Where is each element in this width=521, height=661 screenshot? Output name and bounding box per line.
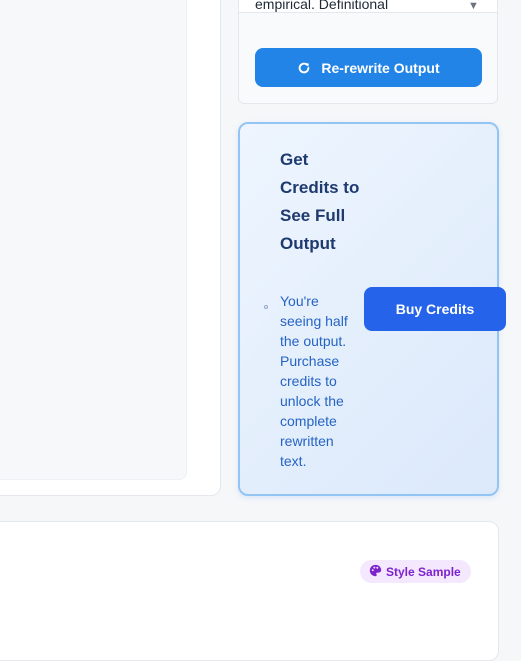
buy-credits-button[interactable]: Buy Credits xyxy=(364,287,506,331)
style-select-value[interactable]: empirical. Definitional xyxy=(255,0,388,12)
left-output-panel xyxy=(0,0,221,496)
re-rewrite-button-label: Re-rewrite Output xyxy=(321,59,440,76)
output-text-area xyxy=(0,0,187,480)
palette-icon xyxy=(369,564,382,580)
style-sample-label: Style Sample xyxy=(386,564,461,579)
chevron-down-icon[interactable]: ▼ xyxy=(468,0,479,12)
style-sample-card xyxy=(0,521,499,661)
re-rewrite-button[interactable]: Re-rewrite Output xyxy=(255,48,482,87)
style-sample-badge: Style Sample xyxy=(360,560,471,583)
bullet-icon xyxy=(264,305,268,309)
refresh-icon xyxy=(297,61,311,75)
credits-title: Get Credits to See Full Output xyxy=(280,150,360,253)
credits-description: You're seeing half the output. Purchase … xyxy=(280,293,348,469)
